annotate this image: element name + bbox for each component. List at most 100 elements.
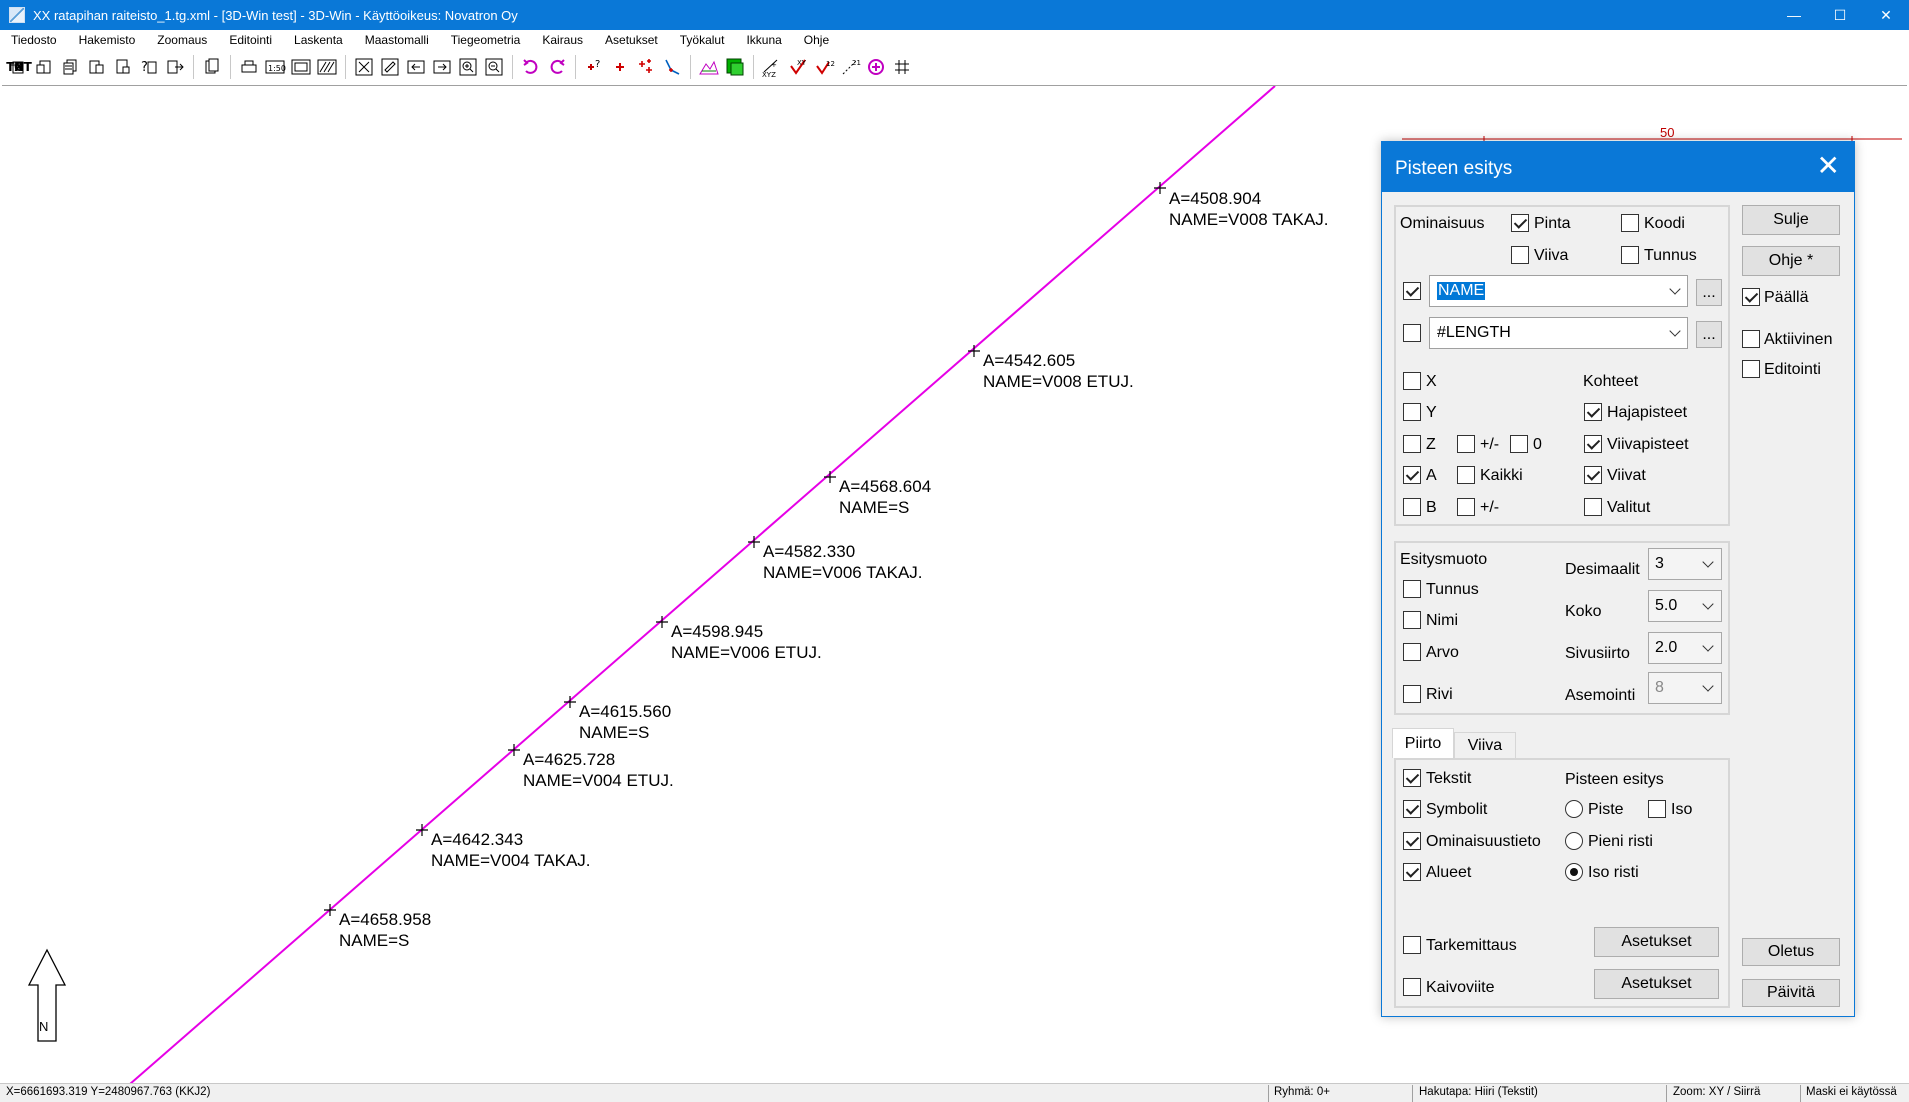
file-query-icon[interactable]: ? [136, 54, 162, 80]
copy-icon[interactable] [199, 54, 225, 80]
hajapisteet-checkbox[interactable] [1584, 403, 1602, 421]
kaivoviite-checkbox[interactable] [1403, 978, 1421, 996]
menu-zoomaus[interactable]: Zoomaus [157, 33, 207, 47]
nimi-checkbox[interactable] [1403, 611, 1421, 629]
a-checkbox[interactable] [1403, 466, 1421, 484]
menu-ohje[interactable]: Ohje [804, 33, 829, 47]
pan-right-icon[interactable] [429, 54, 455, 80]
kaivoviite-settings-button[interactable]: Asetukset [1594, 969, 1719, 999]
close-button[interactable]: ✕ [1863, 0, 1909, 30]
oletus-button[interactable]: Oletus [1742, 938, 1840, 966]
undo-icon[interactable] [518, 54, 544, 80]
attribute1-select[interactable]: NAME [1429, 275, 1688, 307]
xy-check-icon[interactable]: XY [785, 54, 811, 80]
grid-icon[interactable] [889, 54, 915, 80]
x-checkbox[interactable] [1403, 372, 1421, 390]
rivi-checkbox[interactable] [1403, 685, 1421, 703]
tab-viiva[interactable]: Viiva [1454, 732, 1516, 758]
alueet-checkbox[interactable] [1403, 863, 1421, 881]
maximize-button[interactable]: ☐ [1817, 0, 1863, 30]
line-tool-icon[interactable] [659, 54, 685, 80]
menu-hakemisto[interactable]: Hakemisto [79, 33, 136, 47]
b-plusminus-checkbox[interactable] [1457, 498, 1475, 516]
pan-left-icon[interactable] [403, 54, 429, 80]
paivita-button[interactable]: Päivitä [1742, 979, 1840, 1007]
attribute1-checkbox[interactable] [1403, 282, 1421, 300]
xyz-point-icon[interactable]: XYZ + [759, 54, 785, 80]
desimaalit-select[interactable]: 3 [1648, 548, 1722, 580]
menu-tyokalut[interactable]: Työkalut [680, 33, 725, 47]
asemointi-select[interactable]: 8 [1648, 672, 1722, 704]
koko-select[interactable]: 5.0 [1648, 590, 1722, 622]
valitut-checkbox[interactable] [1584, 498, 1602, 516]
redo-icon[interactable] [544, 54, 570, 80]
symbolit-checkbox[interactable] [1403, 800, 1421, 818]
tunnus-checkbox[interactable] [1621, 246, 1639, 264]
zoom-window-icon[interactable] [377, 54, 403, 80]
kaikki-checkbox[interactable] [1457, 466, 1475, 484]
plot-scale-icon[interactable]: 1:50 [262, 54, 288, 80]
attribute2-checkbox[interactable] [1403, 324, 1421, 342]
attribute1-browse-button[interactable]: ... [1696, 279, 1722, 306]
point-info-icon[interactable]: ? [581, 54, 607, 80]
iso-checkbox[interactable] [1648, 800, 1666, 818]
menu-maastomalli[interactable]: Maastomalli [365, 33, 429, 47]
plot-hatch-icon[interactable] [314, 54, 340, 80]
tab-piirto[interactable]: Piirto [1392, 728, 1454, 758]
print-icon[interactable] [236, 54, 262, 80]
file-export-icon[interactable] [162, 54, 188, 80]
koodi-checkbox[interactable] [1621, 214, 1639, 232]
z-zero-checkbox[interactable] [1510, 435, 1528, 453]
pieni-risti-radio[interactable] [1565, 832, 1583, 850]
open-folder-icon[interactable] [32, 54, 58, 80]
terrain-model-icon[interactable] [696, 54, 722, 80]
b-checkbox[interactable] [1403, 498, 1421, 516]
zoom-extents-icon[interactable] [351, 54, 377, 80]
viivapisteet-checkbox[interactable] [1584, 435, 1602, 453]
menu-editointi[interactable]: Editointi [229, 33, 272, 47]
file-copy-icon[interactable] [84, 54, 110, 80]
minimize-button[interactable]: — [1771, 0, 1817, 30]
menu-tiedosto[interactable]: Tiedosto [11, 33, 57, 47]
menu-kairaus[interactable]: Kairaus [542, 33, 583, 47]
plot-frame-icon[interactable] [288, 54, 314, 80]
multi-file-icon[interactable] [58, 54, 84, 80]
menu-asetukset[interactable]: Asetukset [605, 33, 658, 47]
paalla-checkbox[interactable] [1742, 288, 1760, 306]
dialog-close-icon[interactable]: ✕ [1817, 151, 1840, 181]
sivusiirto-select[interactable]: 2.0 [1648, 632, 1722, 664]
z-plusminus-checkbox[interactable] [1457, 435, 1475, 453]
menu-tiegeometria[interactable]: Tiegeometria [451, 33, 521, 47]
editointi-checkbox[interactable] [1742, 360, 1760, 378]
arvo-checkbox[interactable] [1403, 643, 1421, 661]
pinta-checkbox[interactable] [1511, 214, 1529, 232]
tekstit-checkbox[interactable] [1403, 769, 1421, 787]
tarkemittaus-settings-button[interactable]: Asetukset [1594, 927, 1719, 957]
multi-point-icon[interactable] [633, 54, 659, 80]
iso-risti-radio[interactable] [1565, 863, 1583, 881]
ohje-button[interactable]: Ohje * [1742, 246, 1840, 276]
menu-laskenta[interactable]: Laskenta [294, 33, 343, 47]
z-checkbox[interactable] [1403, 435, 1421, 453]
file-save-icon[interactable] [110, 54, 136, 80]
numbering-icon[interactable]: 12 [811, 54, 837, 80]
attribute2-browse-button[interactable]: ... [1696, 321, 1722, 348]
tarkemittaus-checkbox[interactable] [1403, 936, 1421, 954]
target-icon[interactable] [863, 54, 889, 80]
piste-radio[interactable] [1565, 800, 1583, 818]
ominaisuustieto-checkbox[interactable] [1403, 832, 1421, 850]
y-checkbox[interactable] [1403, 403, 1421, 421]
viiva-checkbox[interactable] [1511, 246, 1529, 264]
north-button[interactable]: N [6, 54, 32, 80]
menu-ikkuna[interactable]: Ikkuna [746, 33, 781, 47]
layer-green-icon[interactable] [722, 54, 748, 80]
zoom-in-icon[interactable] [455, 54, 481, 80]
attribute2-select[interactable]: #LENGTH [1429, 317, 1688, 349]
sulje-button[interactable]: Sulje [1742, 205, 1840, 235]
zoom-out-icon[interactable] [481, 54, 507, 80]
add-point-icon[interactable] [607, 54, 633, 80]
dimension-icon[interactable]: 21 [837, 54, 863, 80]
aktiivinen-checkbox[interactable] [1742, 330, 1760, 348]
esitys-tunnus-checkbox[interactable] [1403, 580, 1421, 598]
viivat-checkbox[interactable] [1584, 466, 1602, 484]
